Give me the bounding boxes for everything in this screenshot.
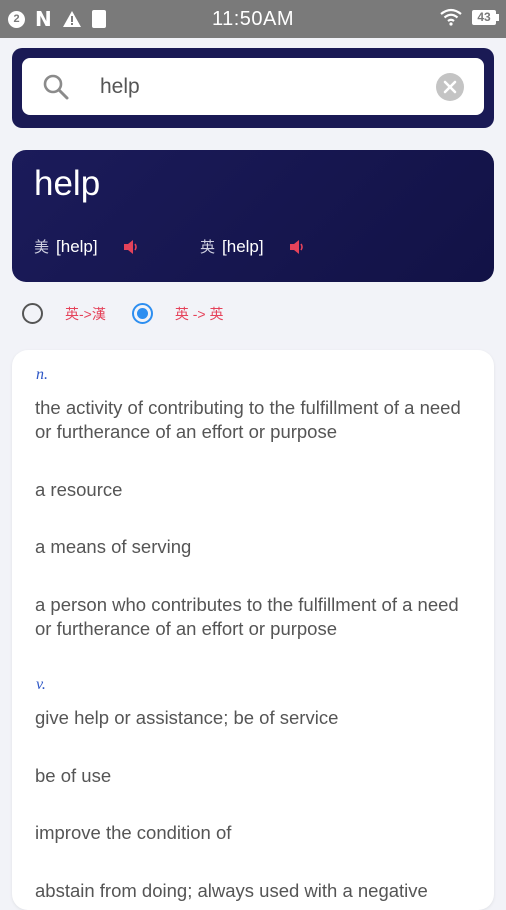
search-bar-container	[12, 48, 494, 128]
definition-item: abstain from doing; always used with a n…	[35, 880, 428, 901]
search-box[interactable]	[22, 58, 484, 115]
definition-item: a resource	[35, 479, 123, 500]
status-bar: 2 N 11:50AM 43	[0, 0, 506, 38]
pos-label-noun: n.	[36, 366, 48, 383]
definition-item: a person who contributes to the fulfillm…	[35, 594, 459, 639]
uk-speaker-icon[interactable]	[288, 238, 306, 256]
wifi-icon	[440, 8, 462, 26]
radio-en-en[interactable]	[131, 303, 153, 324]
pos-label-verb: v.	[36, 676, 46, 693]
uk-phonetic: [help]	[222, 236, 264, 256]
headword: help	[34, 164, 101, 203]
search-icon[interactable]	[42, 73, 70, 101]
us-speaker-icon[interactable]	[122, 238, 140, 256]
clear-search-icon[interactable]	[436, 73, 464, 101]
uk-pronunciation: 英 [help]	[200, 236, 306, 257]
radio-en-zh-label[interactable]: 英->漢	[65, 304, 106, 324]
battery-icon: 43	[472, 9, 499, 25]
radio-en-zh[interactable]	[22, 303, 43, 324]
dictionary-mode-selector: 英->漢 英 -> 英	[22, 303, 249, 324]
us-pronunciation: 美 [help]	[34, 236, 140, 257]
definitions-card: n. the activity of contributing to the f…	[12, 350, 494, 910]
status-time: 11:50AM	[211, 8, 295, 30]
definition-item: a means of serving	[35, 536, 192, 557]
status-right-icons: 43	[440, 8, 499, 26]
us-phonetic: [help]	[56, 236, 98, 256]
search-input[interactable]	[98, 71, 422, 103]
definition-item: give help or assistance; be of service	[35, 707, 339, 728]
us-label: 美	[34, 239, 50, 256]
definition-item: improve the condition of	[35, 822, 232, 843]
word-header-card: help 美 [help] 英 [help]	[12, 150, 494, 282]
definition-item: the activity of contributing to the fulf…	[35, 397, 461, 442]
radio-en-en-label[interactable]: 英 -> 英	[175, 304, 224, 324]
uk-label: 英	[200, 239, 216, 256]
definition-item: be of use	[35, 765, 112, 786]
